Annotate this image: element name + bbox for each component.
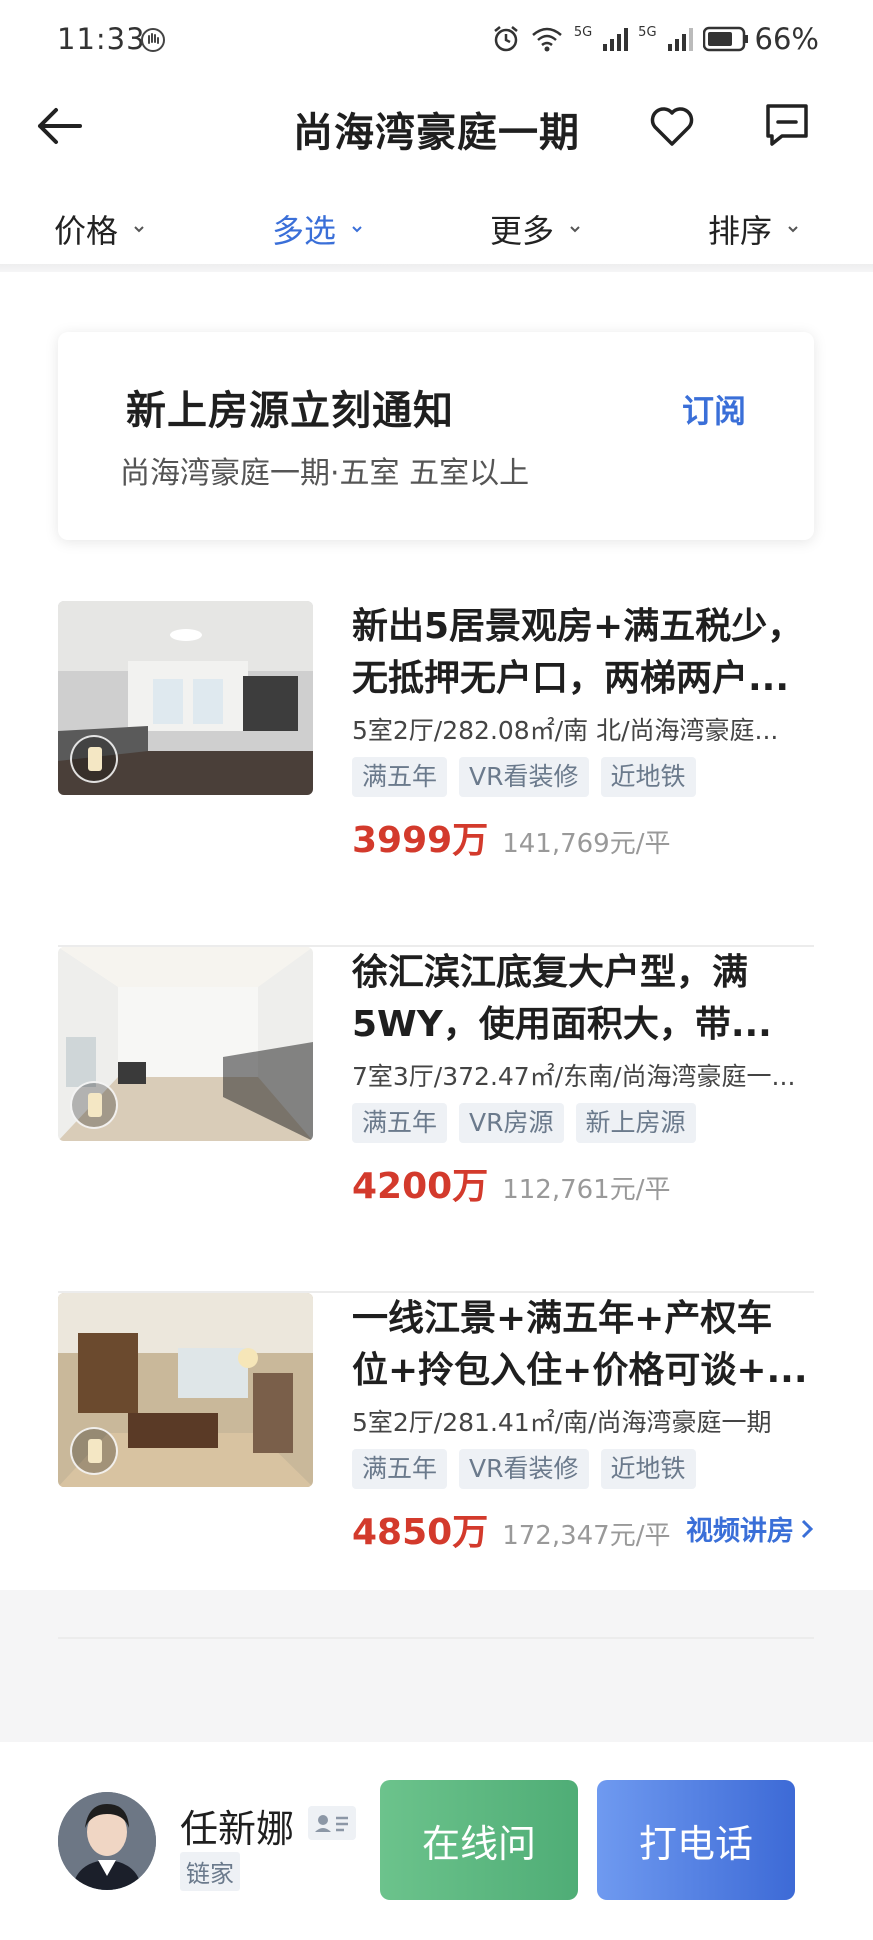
listing-info: 徐汇滨江底复大户型，满 5WY，使用面积大，带... 7室3厅/372.47㎡/…	[352, 947, 814, 1207]
filter-more[interactable]: 更多	[490, 206, 582, 252]
battery: 66%	[702, 22, 819, 56]
business-card-icon[interactable]	[308, 1806, 356, 1840]
tag: 满五年	[352, 1103, 448, 1143]
total-price: 4200万	[352, 1166, 489, 1207]
hand-icon	[141, 28, 165, 52]
listing-photo	[58, 1293, 313, 1487]
status-icons: 5G 5G 66%	[492, 22, 819, 56]
listing-item[interactable]: 新出5居景观房+满五税少， 无抵押无户口，两梯两户... 5室2厅/282.08…	[58, 601, 814, 947]
listing-title-line2: 5WY，使用面积大，带...	[352, 1004, 772, 1045]
tag: 近地铁	[600, 757, 696, 797]
net-label-1: 5G	[573, 24, 593, 40]
chevron-right-icon	[801, 1519, 814, 1538]
tag: VR看装修	[459, 757, 589, 797]
subscribe-title: 新上房源立刻通知	[126, 388, 454, 434]
unit-price: 141,769元/平	[502, 829, 671, 859]
net-label-2: 5G	[638, 24, 657, 40]
tag: 新上房源	[575, 1103, 696, 1143]
total-price: 3999万	[352, 820, 489, 861]
video-tour-label: 视频讲房	[686, 1516, 794, 1547]
chevron-down-icon	[788, 226, 798, 233]
filter-more-label: 更多	[490, 212, 555, 250]
call-button[interactable]: 打电话	[597, 1780, 795, 1900]
agent-name: 任新娜	[180, 1807, 295, 1851]
nav-bar: 尚海湾豪庭一期	[0, 90, 873, 162]
total-price: 4850万	[352, 1512, 489, 1553]
battery-icon	[702, 26, 748, 52]
listing-title: 徐汇滨江底复大户型，满 5WY，使用面积大，带...	[352, 947, 814, 1051]
listing-item[interactable]: 徐汇滨江底复大户型，满 5WY，使用面积大，带... 7室3厅/372.47㎡/…	[58, 947, 814, 1293]
listing-title-line2: 位+拎包入住+价格可谈+...	[352, 1350, 808, 1391]
agent-photo	[58, 1792, 156, 1890]
status-time: 11:33	[57, 22, 146, 56]
chevron-down-icon	[570, 226, 580, 233]
listing-info: 一线江景+满五年+产权车 位+拎包入住+价格可谈+... 5室2厅/281.41…	[352, 1293, 814, 1553]
listing-title: 新出5居景观房+满五税少， 无抵押无户口，两梯两户...	[352, 601, 814, 705]
unit-price: 112,761元/平	[502, 1175, 671, 1205]
avatar[interactable]	[58, 1792, 156, 1890]
price-row: 4850万 172,347元/平 视频讲房	[352, 1503, 814, 1553]
listing-photo	[58, 601, 313, 795]
subscribe-button[interactable]: 订阅	[682, 386, 746, 432]
price-row: 3999万 141,769元/平	[352, 811, 814, 861]
filter-sort-label: 排序	[708, 212, 773, 250]
online-ask-button[interactable]: 在线问	[380, 1780, 578, 1900]
listing-tags: 满五年 VR房源 新上房源	[352, 1103, 814, 1143]
subscribe-desc: 尚海湾豪庭一期·五室 五室以上	[120, 456, 530, 491]
filter-multiselect[interactable]: 多选	[272, 206, 364, 252]
video-tour-link[interactable]: 视频讲房	[686, 1509, 814, 1548]
listing-title-line1: 一线江景+满五年+产权车	[352, 1298, 773, 1339]
listing-tags: 满五年 VR看装修 近地铁	[352, 757, 814, 797]
header-divider	[0, 264, 873, 272]
chevron-down-icon	[352, 226, 362, 233]
status-bar: 11:33 5G 5G 66%	[0, 0, 873, 82]
filter-price-label: 价格	[54, 212, 119, 250]
signal-icon	[603, 28, 629, 51]
heart-icon[interactable]	[648, 102, 696, 150]
listing-tags: 满五年 VR看装修 近地铁	[352, 1449, 814, 1489]
agent-company: 链家	[180, 1852, 240, 1891]
listing-title: 一线江景+满五年+产权车 位+拎包入住+价格可谈+...	[352, 1293, 814, 1397]
wifi-icon	[531, 27, 562, 52]
filter-price[interactable]: 价格	[54, 206, 146, 252]
chevron-down-icon	[134, 226, 144, 233]
listing-title-line1: 新出5居景观房+满五税少，	[352, 606, 804, 647]
chat-icon[interactable]	[762, 100, 812, 150]
listing-item[interactable]: 一线江景+满五年+产权车 位+拎包入住+价格可谈+... 5室2厅/281.41…	[58, 1293, 814, 1639]
unit-price: 172,347元/平	[502, 1521, 671, 1551]
listing-divider	[58, 1637, 814, 1639]
filter-sort[interactable]: 排序	[708, 206, 800, 252]
filter-multiselect-label: 多选	[272, 212, 337, 250]
alarm-icon	[494, 26, 518, 52]
price-row: 4200万 112,761元/平	[352, 1157, 814, 1207]
listing-meta: 7室3厅/372.47㎡/东南/尚海湾豪庭一...	[352, 1062, 796, 1091]
tag: VR看装修	[459, 1449, 589, 1489]
vr-badge-icon	[70, 1427, 118, 1475]
signal-icon-2	[667, 28, 693, 51]
battery-level: 66%	[754, 22, 819, 56]
tag: VR房源	[459, 1103, 564, 1143]
tag: 满五年	[352, 1449, 448, 1489]
listing-content: 新上房源立刻通知 尚海湾豪庭一期·五室 五室以上 订阅 新出5居景观房+满五税少…	[0, 272, 873, 1639]
listing-info: 新出5居景观房+满五税少， 无抵押无户口，两梯两户... 5室2厅/282.08…	[352, 601, 814, 861]
page-title: 尚海湾豪庭一期	[293, 110, 580, 156]
listing-meta: 5室2厅/282.08㎡/南 北/尚海湾豪庭...	[352, 716, 779, 745]
subscribe-card: 新上房源立刻通知 尚海湾豪庭一期·五室 五室以上 订阅	[58, 332, 814, 540]
filter-bar: 价格 多选 更多 排序	[0, 196, 873, 260]
tag: 近地铁	[600, 1449, 696, 1489]
top-area: 11:33 5G 5G 66% 尚海湾豪庭一期 价格 多选 更多 排序	[0, 0, 873, 272]
agent-bar: 任新娜 链家 在线问 打电话	[0, 1742, 873, 1940]
vr-badge-icon	[70, 1081, 118, 1129]
tag: 满五年	[352, 757, 448, 797]
listing-meta: 5室2厅/281.41㎡/南/尚海湾豪庭一期	[352, 1408, 772, 1437]
vr-badge-icon	[70, 735, 118, 783]
listing-photo	[58, 947, 313, 1141]
listing-title-line1: 徐汇滨江底复大户型，满	[352, 952, 749, 993]
listing-title-line2: 无抵押无户口，两梯两户...	[352, 658, 790, 699]
